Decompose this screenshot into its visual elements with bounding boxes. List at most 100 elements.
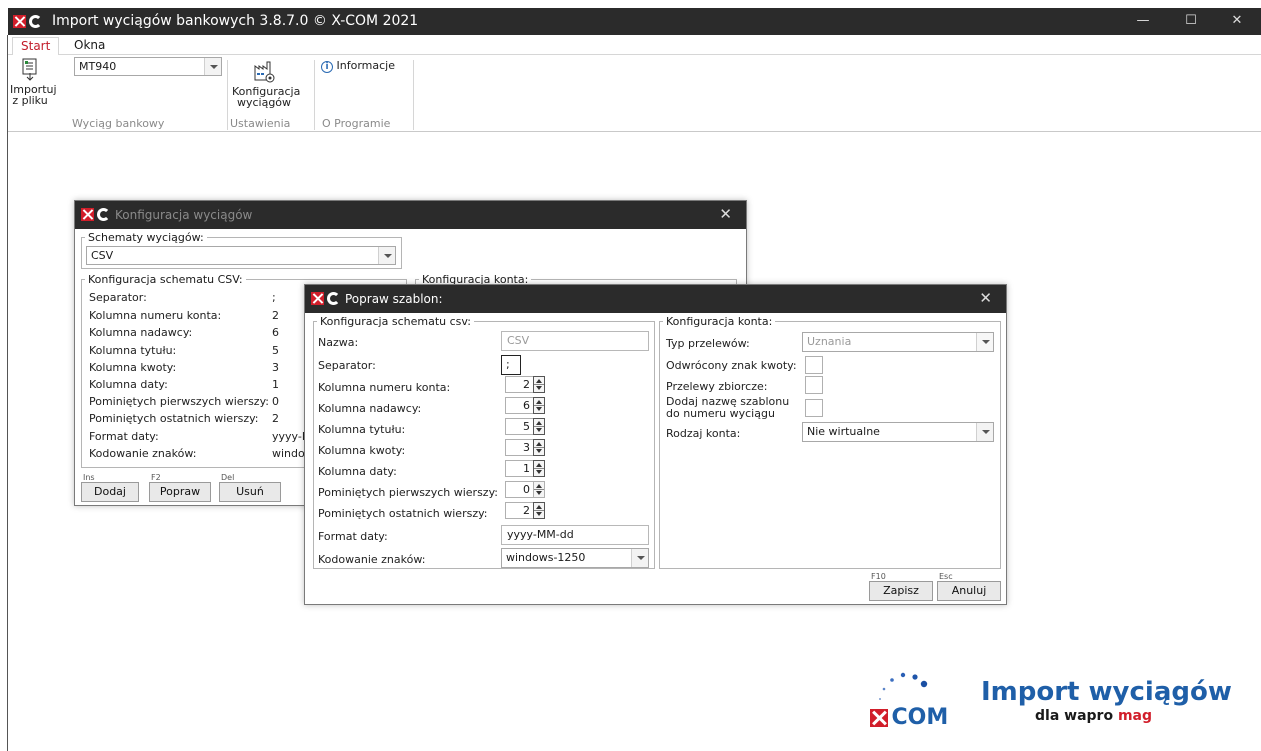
amount-column-stepper[interactable]: 3 [505, 439, 545, 456]
name-input[interactable]: CSV [501, 331, 649, 351]
stepper-value[interactable]: 1 [505, 460, 533, 477]
schemas-group: Schematy wyciągów: CSV [81, 231, 402, 269]
reversed-sign-checkbox[interactable] [805, 356, 823, 374]
stepper-value[interactable]: 6 [505, 397, 533, 414]
delete-button[interactable]: Usuń [219, 482, 281, 502]
stepper-value[interactable]: 2 [505, 376, 533, 393]
spin-arrows-icon[interactable] [533, 502, 545, 519]
chevron-down-icon[interactable] [976, 333, 993, 351]
config-dialog-title-bar: Konfiguracja wyciągów ✕ [75, 201, 746, 229]
stepper-value[interactable]: 3 [505, 439, 533, 456]
info-label: Informacje [336, 59, 395, 72]
bulk-transfers-checkbox[interactable] [805, 376, 823, 394]
row-label: Kolumna kwoty: [89, 361, 177, 374]
stepper-value[interactable]: 2 [505, 502, 533, 519]
spin-label: Kolumna nadawcy: [318, 402, 422, 415]
config-label-2: wyciągów [236, 96, 292, 109]
date-format-label: Format daty: [318, 530, 388, 543]
delete-hint: Del [221, 473, 235, 482]
save-button[interactable]: Zapisz [869, 581, 933, 601]
name-label: Nazwa: [318, 336, 359, 349]
add-name-checkbox[interactable] [805, 399, 823, 417]
chevron-down-icon[interactable] [976, 423, 993, 441]
separator-label: Separator: [318, 359, 376, 372]
xcom-logo-icon [311, 292, 340, 308]
edit-button[interactable]: Popraw [149, 482, 211, 502]
brand-company: COM [891, 705, 949, 730]
account-kind-select[interactable]: Nie wirtualne [802, 422, 994, 442]
info-button[interactable]: i Informacje [321, 60, 411, 73]
row-value: 0 [272, 395, 279, 408]
spin-arrows-icon[interactable] [533, 439, 545, 456]
edit-dialog-close-button[interactable]: ✕ [979, 289, 992, 307]
row-label: Separator: [89, 291, 147, 304]
format-select[interactable]: MT940 [74, 57, 222, 76]
account-column-stepper[interactable]: 2 [505, 376, 545, 393]
xcom-logo-icon [13, 15, 42, 31]
row-value: 3 [272, 361, 279, 374]
row-label: Kolumna numeru konta: [89, 309, 222, 322]
minimize-button[interactable]: — [1120, 10, 1166, 33]
row-value: 2 [272, 412, 279, 425]
brand-product: Import wyciągów [981, 677, 1232, 707]
group-label-wyciag: Wyciąg bankowy [72, 117, 165, 130]
skip-first-rows-stepper[interactable]: 0 [505, 481, 545, 498]
dots-arc-icon [879, 672, 928, 700]
window-border [7, 35, 8, 751]
edit-dialog-title-bar: Popraw szablon: ✕ [305, 285, 1006, 313]
row-value: 6 [272, 326, 279, 339]
spin-arrows-icon[interactable] [533, 376, 545, 393]
separator-input[interactable]: ; [501, 355, 521, 375]
edit-hint: F2 [151, 473, 161, 482]
row-label: Kolumna daty: [89, 378, 168, 391]
config-dialog-close-button[interactable]: ✕ [719, 205, 732, 223]
account-config-legend: Konfiguracja konta: [666, 315, 773, 328]
brand-x-icon [870, 708, 888, 727]
cancel-hint: Esc [939, 572, 953, 581]
transfer-type-value: Uznania [807, 335, 852, 348]
row-value: 1 [272, 378, 279, 391]
encoding-label: Kodowanie znaków: [318, 553, 426, 566]
skip-last-rows-stepper[interactable]: 2 [505, 502, 545, 519]
ribbon: Importuj z pliku MT940 Wyciąg bankowy Ko… [8, 55, 1261, 132]
config-statements-button[interactable]: Konfiguracja wyciągów [232, 58, 300, 109]
stepper-value[interactable]: 0 [505, 481, 533, 498]
row-value: ; [272, 291, 276, 304]
import-label-2: z pliku [12, 94, 48, 107]
factory-settings-icon [254, 61, 275, 83]
schema-select[interactable]: CSV [86, 246, 396, 265]
spin-label: Kolumna daty: [318, 465, 397, 478]
chevron-down-icon[interactable] [631, 549, 648, 567]
spin-label: Pominiętych pierwszych wierszy: [318, 486, 498, 499]
account-kind-value: Nie wirtualne [807, 425, 880, 438]
stepper-value[interactable]: 5 [505, 418, 533, 435]
info-icon: i [321, 61, 333, 73]
maximize-button[interactable]: ☐ [1168, 10, 1214, 33]
sender-column-stepper[interactable]: 6 [505, 397, 545, 414]
tab-start[interactable]: Start [12, 37, 60, 56]
title-column-stepper[interactable]: 5 [505, 418, 545, 435]
spin-arrows-icon[interactable] [533, 397, 545, 414]
spin-arrows-icon[interactable] [533, 481, 545, 498]
date-column-stepper[interactable]: 1 [505, 460, 545, 477]
date-format-input[interactable]: yyyy-MM-dd [501, 525, 649, 545]
spin-arrows-icon[interactable] [533, 418, 545, 435]
brand-company-logo: COM [870, 705, 949, 730]
cancel-button[interactable]: Anuluj [937, 581, 1001, 601]
transfer-type-label: Typ przelewów: [666, 337, 750, 350]
ribbon-separator [227, 60, 228, 130]
add-button[interactable]: Dodaj [81, 482, 139, 502]
chevron-down-icon[interactable] [378, 247, 395, 264]
chevron-down-icon[interactable] [204, 58, 221, 75]
transfer-type-select[interactable]: Uznania [802, 332, 994, 352]
config-dialog-title: Konfiguracja wyciągów [115, 208, 253, 222]
spin-arrows-icon[interactable] [533, 460, 545, 477]
xcom-logo-icon [81, 208, 110, 224]
encoding-select[interactable]: windows-1250 [501, 548, 649, 568]
close-button[interactable]: ✕ [1214, 10, 1260, 33]
brand-sub-suffix: mag [1117, 708, 1153, 724]
import-file-button[interactable]: Importuj z pliku [10, 58, 57, 107]
row-label: Pominiętych pierwszych wierszy: [89, 395, 269, 408]
tab-okna[interactable]: Okna [66, 37, 113, 56]
schemas-legend: Schematy wyciągów: [88, 231, 204, 244]
